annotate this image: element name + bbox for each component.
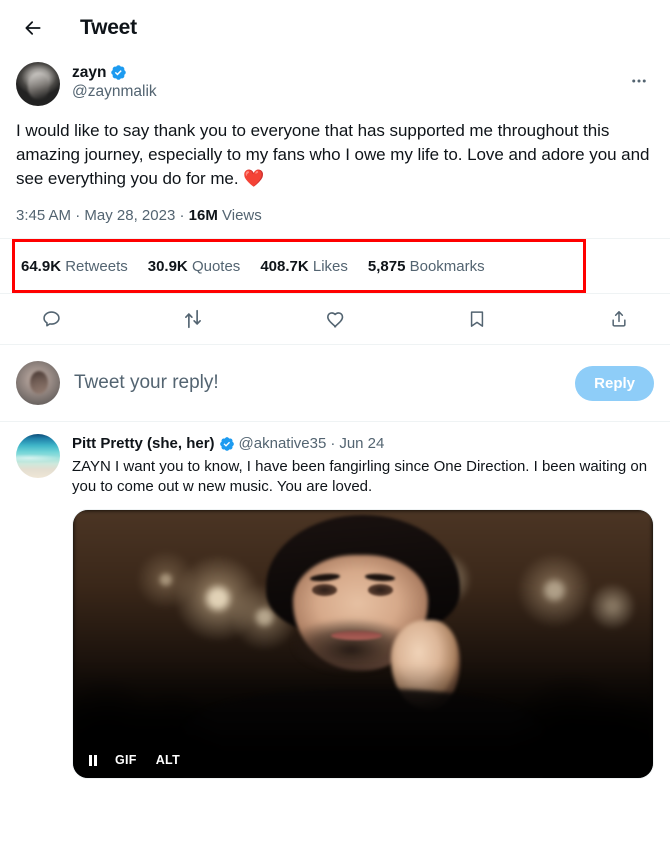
bookmarks-value: 5,875 (367, 258, 406, 275)
tweet-meta-row: 3:45 AM · May 28, 2023 · 16M Views (16, 207, 654, 238)
tweet-action-bar (0, 294, 670, 344)
reply-tweet-body: Pitt Pretty (she, her) @aknative35 · Jun… (72, 434, 654, 779)
quotes-value: 30.9K (147, 258, 188, 275)
tweet-text-content: I would like to say thank you to everyon… (16, 121, 655, 188)
pause-icon (89, 754, 92, 766)
reply-tweet-item: Pitt Pretty (she, her) @aknative35 · Jun… (0, 422, 670, 779)
views-label: Views (222, 207, 262, 224)
reply-input[interactable] (74, 372, 562, 394)
reply-tweet-text: ZAYN I want you to know, I have been fan… (72, 458, 648, 495)
reply-verified-badge-icon (219, 436, 235, 452)
reply-submit-button[interactable]: Reply (575, 365, 654, 401)
like-action-button[interactable] (318, 302, 352, 336)
page-title: Tweet (80, 16, 137, 39)
heart-emoji: ❤️ (243, 169, 265, 188)
reply-meta-separator: · (330, 435, 336, 452)
pause-icon-bar2 (94, 754, 97, 766)
current-user-avatar[interactable] (16, 361, 60, 405)
reply-author-handle[interactable]: @aknative35 (239, 434, 327, 454)
gif-eye-left (311, 583, 338, 596)
stats-section: 64.9K Retweets 30.9K Quotes 408.7K Likes… (0, 239, 670, 293)
pause-button[interactable] (83, 751, 103, 769)
avatar[interactable] (16, 62, 60, 106)
author-handle[interactable]: @zaynmalik (72, 82, 157, 101)
gif-eye-right (367, 583, 394, 596)
alt-badge[interactable]: ALT (148, 750, 188, 770)
bookmark-icon (470, 311, 484, 327)
reply-date[interactable]: Jun 24 (339, 434, 384, 454)
retweets-value: 64.9K (21, 258, 62, 275)
bookmarks-stat[interactable]: 5,875 Bookmarks (368, 258, 485, 275)
tweet-date[interactable]: May 28, 2023 (84, 207, 175, 224)
gif-overlay-controls: GIF ALT (83, 750, 188, 770)
retweets-label: Retweets (65, 258, 128, 275)
reply-gif-media[interactable]: GIF ALT (72, 509, 654, 779)
share-action-button[interactable] (602, 302, 636, 336)
author-names: zayn @zaynmalik (72, 62, 157, 102)
verified-badge-icon (110, 64, 127, 81)
share-upload-icon (612, 311, 626, 327)
more-horizontal-icon (632, 79, 646, 83)
more-options-button[interactable] (624, 66, 654, 96)
retweet-action-button[interactable] (176, 302, 210, 336)
main-tweet: zayn @zaynmalik I would like to say than… (0, 56, 670, 238)
bookmarks-label: Bookmarks (409, 258, 485, 275)
reply-composer: Reply (0, 345, 670, 421)
gif-badge[interactable]: GIF (108, 750, 144, 770)
meta-separator-2: · (179, 207, 185, 224)
likes-value: 408.7K (260, 258, 309, 275)
main-tweet-author-row: zayn @zaynmalik (16, 62, 654, 106)
tweet-detail-page: Tweet zayn @zaynmalik I would like to sa… (0, 0, 670, 848)
retweets-stat[interactable]: 64.9K Retweets (21, 258, 128, 275)
author-name-line: zayn (72, 63, 157, 82)
meta-separator-1: · (75, 207, 81, 224)
reply-action-button[interactable] (34, 302, 68, 336)
likes-stat[interactable]: 408.7K Likes (260, 258, 348, 275)
reply-author-display-name[interactable]: Pitt Pretty (she, her) (72, 434, 215, 454)
quotes-stat[interactable]: 30.9K Quotes (148, 258, 241, 275)
tweet-body-text: I would like to say thank you to everyon… (16, 119, 654, 191)
tweet-timestamp[interactable]: 3:45 AM (16, 207, 71, 224)
comment-icon (42, 310, 60, 326)
arrow-left-icon (25, 21, 41, 35)
heart-icon (326, 311, 343, 328)
quotes-label: Quotes (191, 258, 241, 275)
retweet-icon (185, 309, 201, 329)
back-button[interactable] (16, 11, 50, 45)
engagement-stats-row: 64.9K Retweets 30.9K Quotes 408.7K Likes… (0, 239, 670, 293)
reply-author-row: Pitt Pretty (she, her) @aknative35 · Jun… (72, 434, 654, 454)
bookmark-action-button[interactable] (460, 302, 494, 336)
page-header: Tweet (0, 0, 670, 56)
author-display-name[interactable]: zayn (72, 63, 106, 82)
likes-label: Likes (312, 258, 348, 275)
views-count: 16M (188, 207, 218, 224)
reply-author-avatar[interactable] (16, 434, 60, 478)
